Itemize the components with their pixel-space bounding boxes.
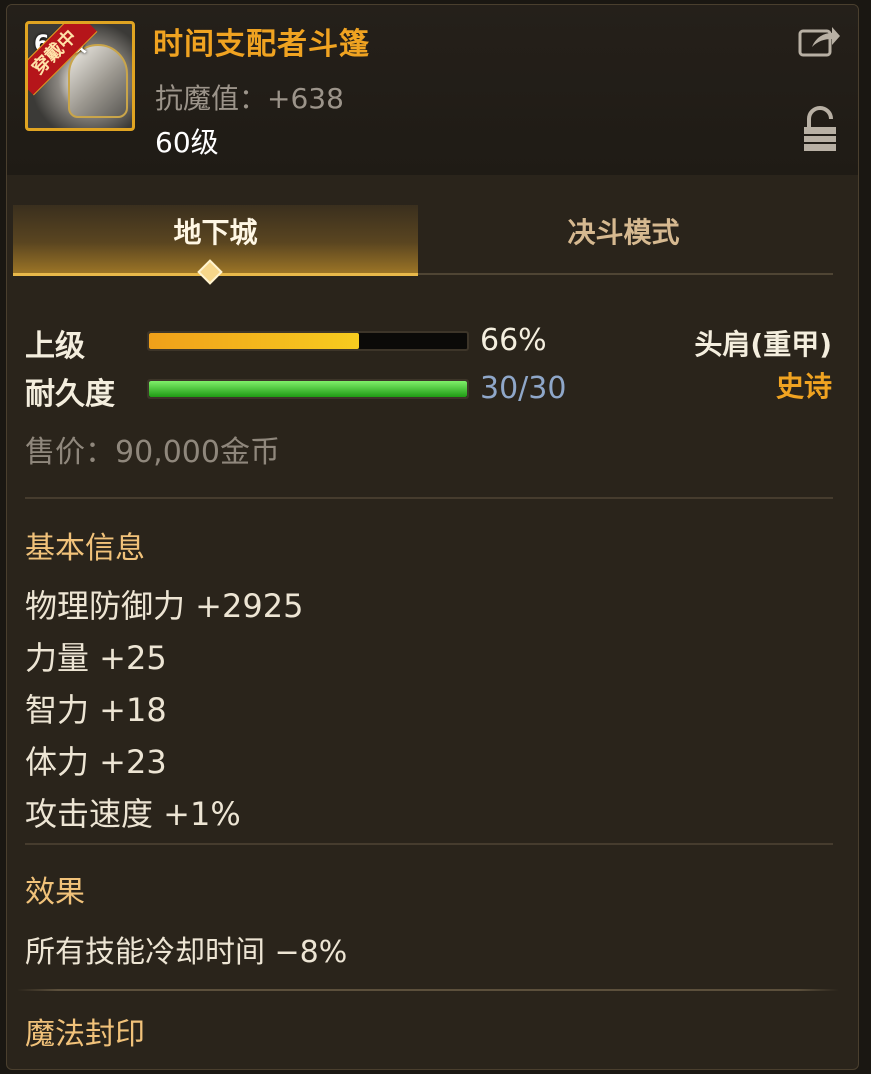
magic-seal-title: 魔法封印: [25, 1017, 145, 1052]
magic-resist: 抗魔值：+638: [155, 82, 344, 115]
item-icon: 60级 穿戴中: [25, 21, 135, 131]
equipment-slot: 头肩(重甲): [694, 328, 832, 361]
upgrade-bar: [147, 331, 469, 351]
stat-line: 体力 +23: [25, 743, 167, 781]
item-tooltip-panel: 60级 穿戴中 时间支配者斗篷 抗魔值：+638 60级 地下城 决斗模式 上级: [6, 4, 859, 1070]
item-level: 60级: [155, 126, 219, 159]
lock-icon[interactable]: [800, 105, 840, 153]
divider: [25, 843, 833, 845]
stat-line: 智力 +18: [25, 691, 167, 729]
sell-price: 售价：90,000金币: [25, 435, 280, 470]
upgrade-bar-fill: [149, 333, 359, 349]
effect-line: 所有技能冷却时间 −8%: [25, 935, 348, 970]
tab-pvp[interactable]: 决斗模式: [421, 205, 826, 273]
stat-line: 攻击速度 +1%: [25, 795, 241, 833]
durability-bar: [147, 379, 469, 399]
stat-line: 物理防御力 +2925: [25, 587, 304, 625]
durability-bar-fill: [149, 381, 467, 397]
item-name: 时间支配者斗篷: [153, 27, 370, 62]
tooltip-header: 60级 穿戴中 时间支配者斗篷 抗魔值：+638 60级: [7, 5, 858, 175]
upgrade-percent: 66%: [480, 323, 547, 358]
durability-label: 耐久度: [25, 377, 115, 412]
rarity-label: 史诗: [775, 370, 832, 403]
basic-info-title: 基本信息: [25, 531, 145, 566]
effects-title: 效果: [25, 875, 85, 910]
mode-tabs: 地下城 决斗模式: [13, 205, 833, 276]
divider: [17, 989, 839, 991]
share-icon[interactable]: [798, 23, 842, 59]
durability-value: 30/30: [480, 371, 567, 406]
divider: [25, 497, 833, 499]
stat-line: 力量 +25: [25, 639, 167, 677]
upgrade-label: 上级: [25, 329, 85, 364]
